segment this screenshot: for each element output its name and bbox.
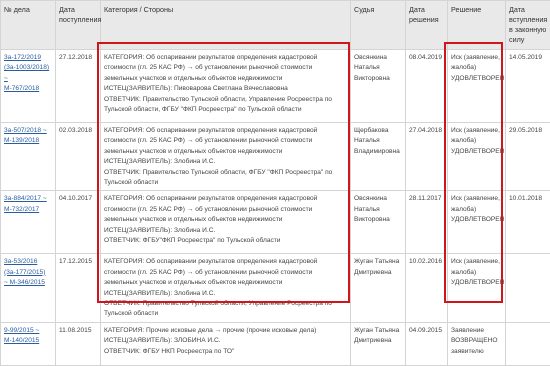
received-date-cell: 17.12.2015 — [56, 254, 101, 322]
case-number-link[interactable]: 3а-172/2019 (3а-1003/2018) ~ М-767/2018 — [4, 53, 52, 95]
category-cell: КАТЕГОРИЯ: Об оспаривании результатов оп… — [101, 254, 351, 322]
col-header-received-date[interactable]: Дата поступления — [56, 1, 101, 50]
decision-cell: Заявление ВОЗВРАЩЕНО заявителю — [448, 322, 506, 365]
judge-cell: Овсянкина Наталья Викторовна — [351, 50, 406, 123]
decision-date-cell: 28.11.2017 — [406, 191, 448, 254]
decision-cell: Иск (заявление, жалоба) УДОВЛЕТВОРЕН — [448, 254, 506, 322]
received-date-cell: 04.10.2017 — [56, 191, 101, 254]
judge-cell: Щербакова Наталья Владимировна — [351, 123, 406, 191]
table-header-row: № дела Дата поступления Категория / Стор… — [1, 1, 550, 50]
table-row: 3а-507/2018 ~ М-139/2018 02.03.2018 КАТЕ… — [1, 123, 550, 191]
case-number-link[interactable]: 3а-53/2016 (3а-177/2015) ~ М-346/2015 — [4, 257, 52, 288]
case-number-link[interactable]: 3а-507/2018 ~ М-139/2018 — [4, 126, 52, 147]
case-number-cell: 3а-884/2017 ~ М-732/2017 — [1, 191, 56, 254]
received-date-cell: 27.12.2018 — [56, 50, 101, 123]
effective-date-cell: 14.05.2019 — [506, 50, 550, 123]
received-date-cell: 11.08.2015 — [56, 322, 101, 365]
decision-cell: Иск (заявление, жалоба) УДОВЛЕТВОРЕН — [448, 50, 506, 123]
effective-date-cell: 10.01.2018 — [506, 191, 550, 254]
judge-cell: Овсянкина Наталья Викторовна — [351, 191, 406, 254]
effective-date-cell — [506, 322, 550, 365]
case-number-cell: 9-99/2015 ~ М-140/2015 — [1, 322, 56, 365]
table-row: 3а-53/2016 (3а-177/2015) ~ М-346/2015 17… — [1, 254, 550, 322]
case-number-cell: 3а-507/2018 ~ М-139/2018 — [1, 123, 56, 191]
col-header-judge[interactable]: Судья — [351, 1, 406, 50]
case-number-link[interactable]: 3а-884/2017 ~ М-732/2017 — [4, 194, 52, 215]
effective-date-cell — [506, 254, 550, 322]
col-header-decision-date[interactable]: Дата решения — [406, 1, 448, 50]
received-date-cell: 02.03.2018 — [56, 123, 101, 191]
decision-cell: Иск (заявление, жалоба) УДОВЛЕТВОРЕН — [448, 123, 506, 191]
col-header-effective-date[interactable]: Дата вступления в законную силу — [506, 1, 550, 50]
cases-table: № дела Дата поступления Категория / Стор… — [0, 0, 550, 366]
table-row: 3а-172/2019 (3а-1003/2018) ~ М-767/2018 … — [1, 50, 550, 123]
judge-cell: Жуган Татьяна Дмитриевна — [351, 254, 406, 322]
court-cases-page: № дела Дата поступления Категория / Стор… — [0, 0, 550, 343]
col-header-case-number[interactable]: № дела — [1, 1, 56, 50]
decision-date-cell: 27.04.2018 — [406, 123, 448, 191]
category-cell: КАТЕГОРИЯ: Об оспаривании результатов оп… — [101, 123, 351, 191]
judge-cell: Жуган Татьяна Дмитриевна — [351, 322, 406, 365]
table-row: 3а-884/2017 ~ М-732/2017 04.10.2017 КАТЕ… — [1, 191, 550, 254]
case-number-link[interactable]: 9-99/2015 ~ М-140/2015 — [4, 326, 52, 347]
table-row: 9-99/2015 ~ М-140/2015 11.08.2015 КАТЕГО… — [1, 322, 550, 365]
category-cell: КАТЕГОРИЯ: Прочие исковые дела → прочие … — [101, 322, 351, 365]
category-cell: КАТЕГОРИЯ: Об оспаривании результатов оп… — [101, 191, 351, 254]
col-header-category[interactable]: Категория / Стороны — [101, 1, 351, 50]
effective-date-cell: 29.05.2018 — [506, 123, 550, 191]
col-header-decision[interactable]: Решение — [448, 1, 506, 50]
category-cell: КАТЕГОРИЯ: Об оспаривании результатов оп… — [101, 50, 351, 123]
case-number-cell: 3а-53/2016 (3а-177/2015) ~ М-346/2015 — [1, 254, 56, 322]
decision-cell: Иск (заявление, жалоба) УДОВЛЕТВОРЕН — [448, 191, 506, 254]
decision-date-cell: 08.04.2019 — [406, 50, 448, 123]
case-number-cell: 3а-172/2019 (3а-1003/2018) ~ М-767/2018 — [1, 50, 56, 123]
decision-date-cell: 04.09.2015 — [406, 322, 448, 365]
decision-date-cell: 10.02.2016 — [406, 254, 448, 322]
